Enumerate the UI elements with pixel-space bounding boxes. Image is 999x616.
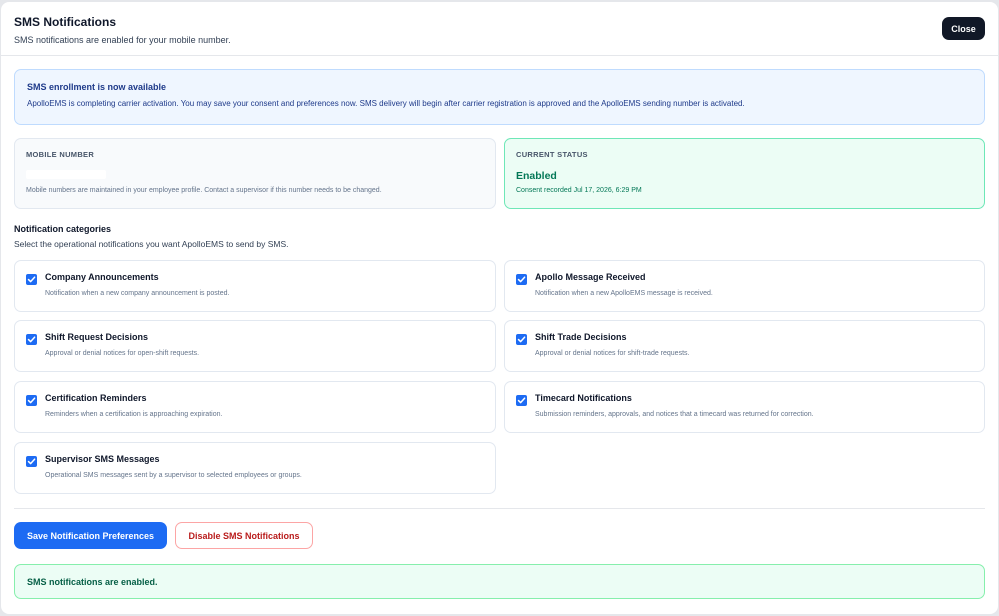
checkmark-icon <box>27 458 36 465</box>
checkbox-apollo-message-received[interactable] <box>516 274 527 285</box>
categories-title: Notification categories <box>14 224 112 234</box>
enrollment-info-banner: SMS enrollment is now available ApolloEM… <box>14 69 985 125</box>
current-status-label: CURRENT STATUS <box>516 150 588 159</box>
category-certification-reminders[interactable]: Certification Reminders Reminders when a… <box>14 381 496 433</box>
current-status-card: CURRENT STATUS Enabled Consent recorded … <box>504 138 985 209</box>
mobile-number-label: MOBILE NUMBER <box>26 150 95 159</box>
mobile-number-value <box>26 170 106 179</box>
checkmark-icon <box>517 276 526 283</box>
checkbox-shift-trade-decisions[interactable] <box>516 334 527 345</box>
checkbox-supervisor-sms-messages[interactable] <box>26 456 37 467</box>
info-banner-title: SMS enrollment is now available <box>27 82 167 92</box>
section-divider <box>14 508 985 509</box>
info-banner-text: ApolloEMS is completing carrier activati… <box>27 99 745 108</box>
checkbox-certification-reminders[interactable] <box>26 395 37 406</box>
category-description: Submission reminders, approvals, and not… <box>535 411 814 418</box>
category-description: Approval or denial notices for open-shif… <box>45 350 200 357</box>
category-name: Supervisor SMS Messages <box>45 454 160 464</box>
checkbox-shift-request-decisions[interactable] <box>26 334 37 345</box>
mobile-number-note: Mobile numbers are maintained in your em… <box>26 187 382 194</box>
category-name: Timecard Notifications <box>535 393 632 403</box>
category-name: Shift Trade Decisions <box>535 332 627 342</box>
checkmark-icon <box>27 276 36 283</box>
checkmark-icon <box>517 336 526 343</box>
category-description: Notification when a new ApolloEMS messag… <box>535 290 713 297</box>
category-supervisor-sms-messages[interactable]: Supervisor SMS Messages Operational SMS … <box>14 442 496 494</box>
disable-sms-button[interactable]: Disable SMS Notifications <box>175 522 313 549</box>
consent-timestamp: Consent recorded Jul 17, 2026, 6:29 PM <box>516 187 642 194</box>
category-shift-request-decisions[interactable]: Shift Request Decisions Approval or deni… <box>14 320 496 372</box>
dialog-header: SMS Notifications SMS notifications are … <box>1 2 998 56</box>
status-message: SMS notifications are enabled. <box>14 564 985 599</box>
category-description: Operational SMS messages sent by a super… <box>45 472 302 479</box>
category-description: Reminders when a certification is approa… <box>45 411 223 418</box>
category-name: Certification Reminders <box>45 393 147 403</box>
save-preferences-button[interactable]: Save Notification Preferences <box>14 522 167 549</box>
categories-subtitle: Select the operational notifications you… <box>14 239 289 249</box>
category-shift-trade-decisions[interactable]: Shift Trade Decisions Approval or denial… <box>504 320 985 372</box>
category-name: Apollo Message Received <box>535 272 646 282</box>
category-name: Company Announcements <box>45 272 159 282</box>
category-company-announcements[interactable]: Company Announcements Notification when … <box>14 260 496 312</box>
checkmark-icon <box>517 397 526 404</box>
category-timecard-notifications[interactable]: Timecard Notifications Submission remind… <box>504 381 985 433</box>
mobile-number-card: MOBILE NUMBER Mobile numbers are maintai… <box>14 138 496 209</box>
sms-notifications-dialog: SMS Notifications SMS notifications are … <box>1 2 998 614</box>
category-apollo-message-received[interactable]: Apollo Message Received Notification whe… <box>504 260 985 312</box>
category-description: Approval or denial notices for shift-tra… <box>535 350 690 357</box>
dialog-title: SMS Notifications <box>14 15 117 29</box>
checkbox-timecard-notifications[interactable] <box>516 395 527 406</box>
dialog-subtitle: SMS notifications are enabled for your m… <box>14 35 231 45</box>
category-name: Shift Request Decisions <box>45 332 149 342</box>
checkmark-icon <box>27 397 36 404</box>
current-status-value: Enabled <box>516 170 557 182</box>
close-button[interactable]: Close <box>942 17 985 40</box>
checkmark-icon <box>27 336 36 343</box>
checkbox-company-announcements[interactable] <box>26 274 37 285</box>
category-description: Notification when a new company announce… <box>45 290 230 297</box>
